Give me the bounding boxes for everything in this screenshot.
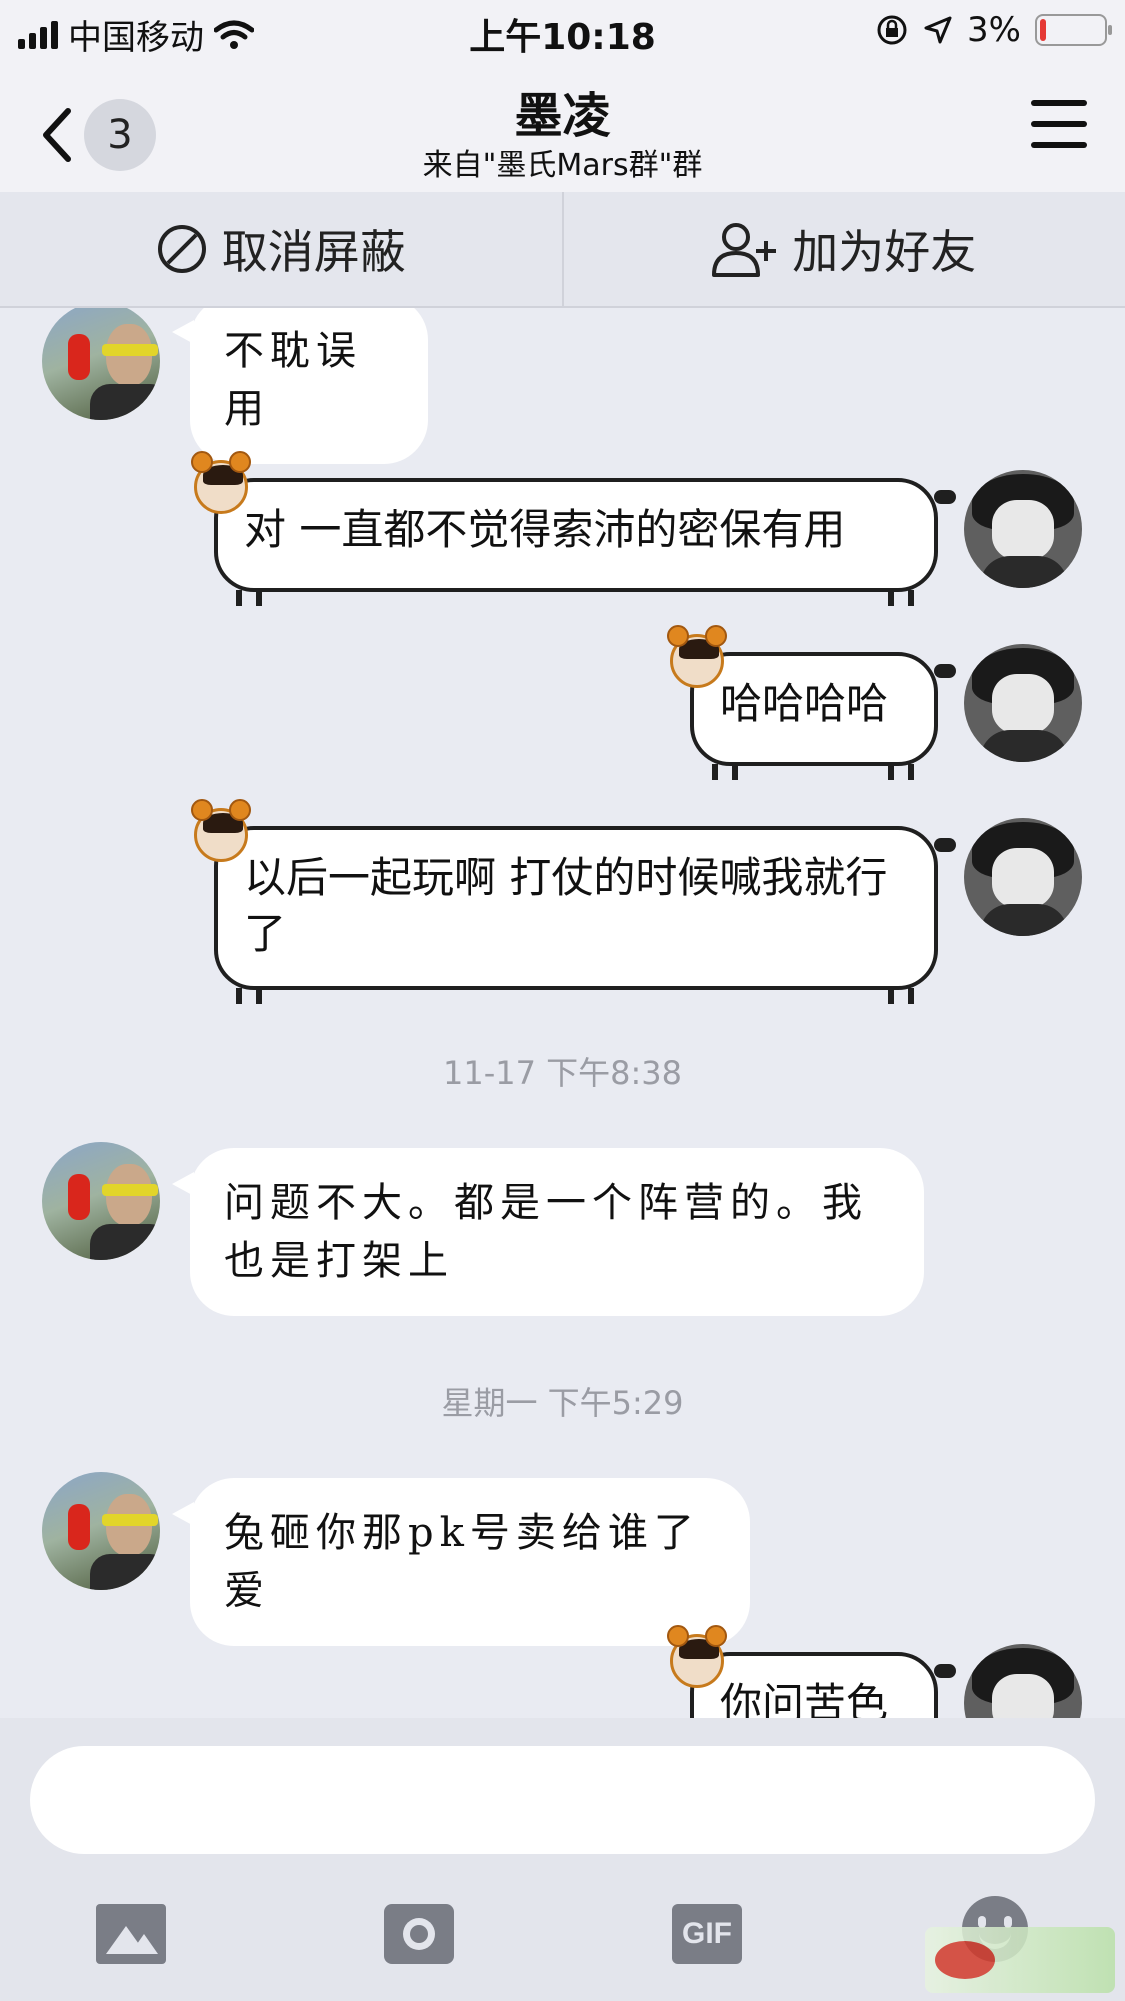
add-friend-button[interactable]: 加为好友 <box>564 192 1125 306</box>
message-text: 对 一直都不觉得索沛的密保有用 <box>244 505 846 554</box>
page-subtitle: 来自"墨氏Mars群"群 <box>422 148 703 183</box>
message-bubble-outgoing[interactable]: 以后一起玩啊 打仗的时候喊我就行了 <box>191 799 956 1004</box>
unblock-button[interactable]: 取消屏蔽 <box>0 192 562 306</box>
hamburger-menu-icon[interactable] <box>1031 100 1087 148</box>
avatar[interactable] <box>964 818 1082 936</box>
message-text: 你问苦色 <box>720 1679 889 1718</box>
status-bar: 中国移动 上午10:18 3% <box>0 0 1125 62</box>
message-timestamp: 星期一 下午5:29 <box>441 1384 684 1422</box>
input-area: GIF <box>0 1718 1125 2001</box>
watermark-logo <box>925 1927 1115 1993</box>
message-bubble-outgoing[interactable]: 哈哈哈哈 <box>667 625 956 780</box>
gif-button[interactable]: GIF <box>672 1904 742 1964</box>
message-text: 哈哈哈哈 <box>720 679 889 728</box>
sheep-sticker-icon <box>667 625 727 688</box>
sheep-sticker-icon <box>667 1625 727 1688</box>
camera-icon[interactable] <box>384 1904 454 1964</box>
message-timestamp: 11-17 下午8:38 <box>442 1054 683 1092</box>
battery-level <box>1040 19 1046 41</box>
location-icon <box>924 16 952 44</box>
avatar[interactable] <box>42 1472 160 1590</box>
avatar[interactable] <box>42 308 160 420</box>
avatar[interactable] <box>964 470 1082 588</box>
sheep-sticker-icon <box>191 799 251 862</box>
status-right: 3% <box>875 10 1112 50</box>
message-bubble-outgoing[interactable]: 对 一直都不觉得索沛的密保有用 <box>191 451 956 606</box>
block-icon <box>157 225 206 273</box>
add-user-icon <box>712 223 777 277</box>
add-friend-label: 加为好友 <box>792 225 977 279</box>
photo-icon[interactable] <box>96 1904 166 1964</box>
sheep-sticker-icon <box>191 451 251 514</box>
page-title: 墨凌 <box>514 88 611 144</box>
message-bubble-incoming[interactable]: 兔砸你那pk号卖给谁了爱 <box>172 1478 750 1646</box>
message-bubble-incoming[interactable]: 问题不大。都是一个阵营的。我也是打架上 <box>172 1148 924 1316</box>
message-bubble-incoming[interactable]: 不耽误用 <box>172 308 428 464</box>
message-bubble-outgoing[interactable]: 你问苦色 <box>667 1625 956 1718</box>
avatar[interactable] <box>42 1142 160 1260</box>
chat-area[interactable]: 不耽误用 对 一直都不觉得索沛的密保有用 哈哈哈哈 以后一起玩啊 打仗的时候喊我… <box>0 308 1125 1718</box>
battery-percent: 3% <box>967 10 1021 50</box>
nav-bar: 3 墨凌 来自"墨氏Mars群"群 <box>0 62 1125 192</box>
message-input[interactable] <box>30 1746 1095 1854</box>
battery-icon <box>1035 14 1112 46</box>
rotation-lock-icon <box>877 15 907 45</box>
action-bar: 取消屏蔽 加为好友 <box>0 192 1125 308</box>
avatar[interactable] <box>964 1644 1082 1718</box>
avatar[interactable] <box>964 644 1082 762</box>
unblock-label: 取消屏蔽 <box>221 225 406 279</box>
message-text: 以后一起玩啊 打仗的时候喊我就行了 <box>244 853 888 958</box>
